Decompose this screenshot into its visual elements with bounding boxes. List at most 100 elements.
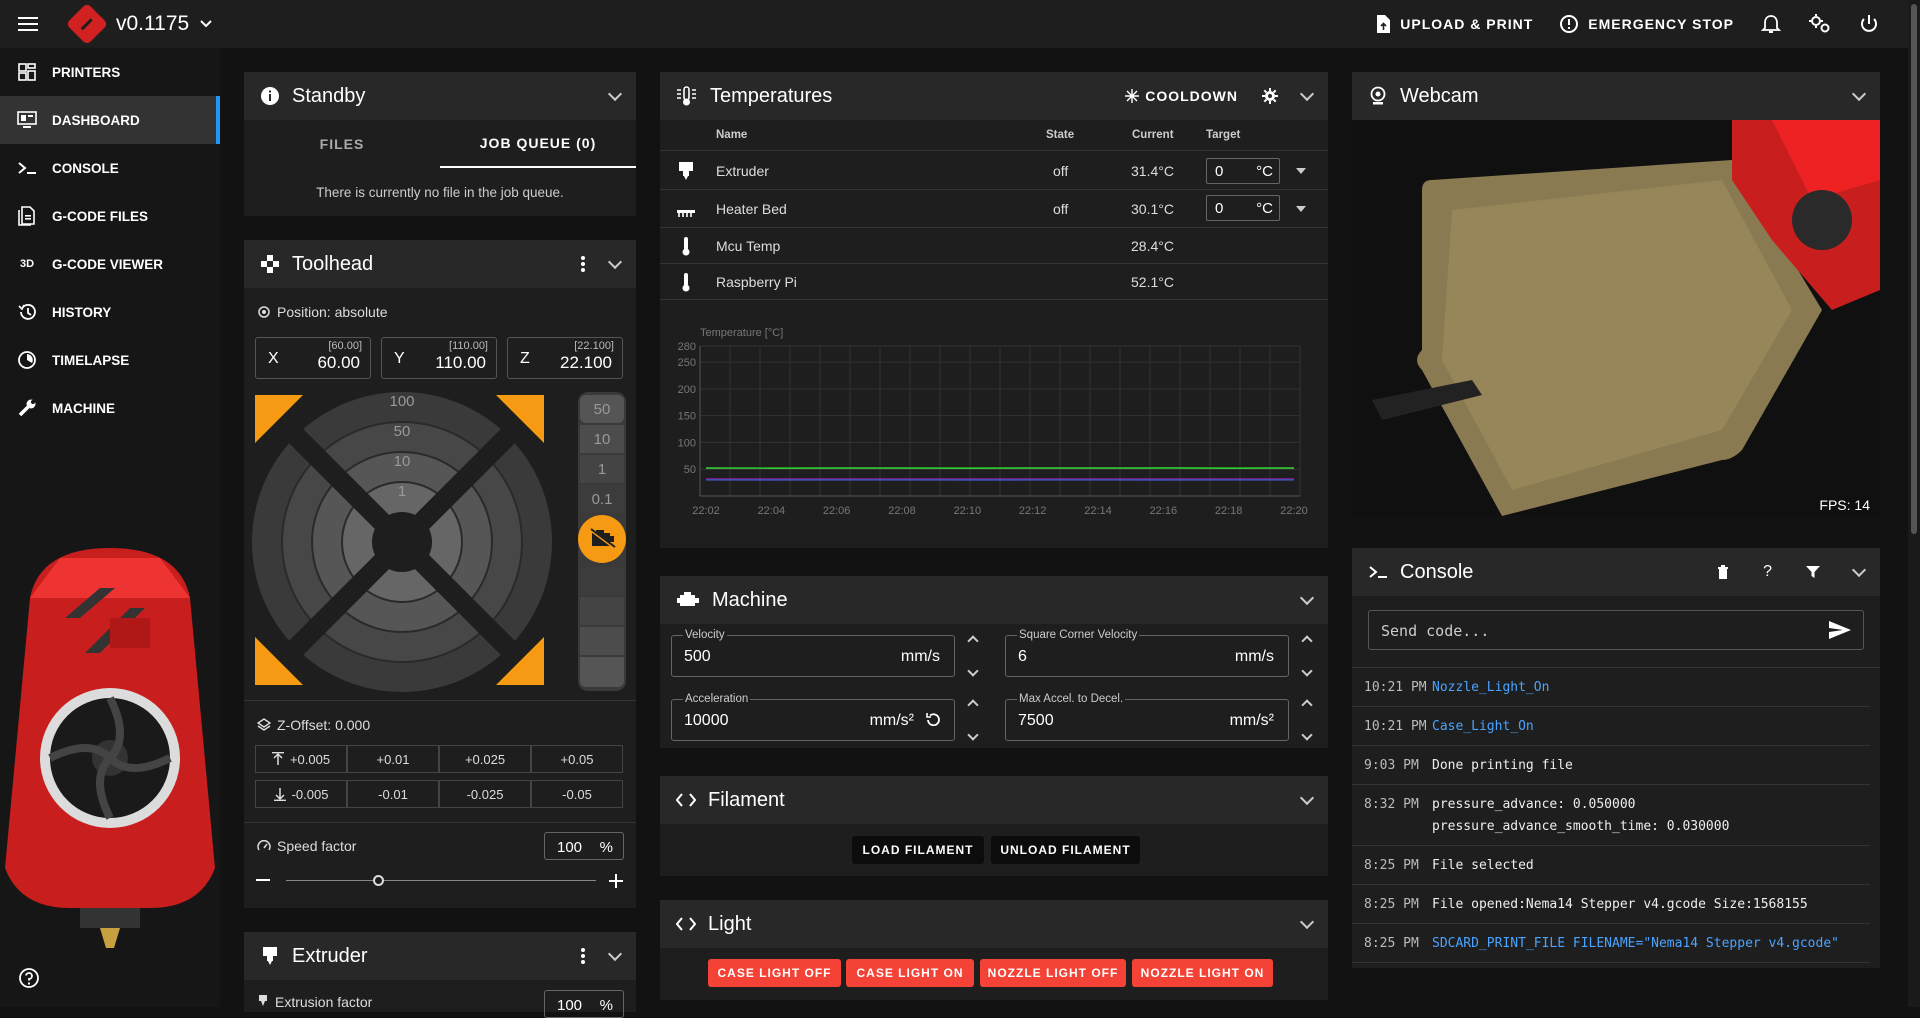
- sidebar-item-gcode-files[interactable]: G-CODE FILES: [0, 192, 220, 240]
- zoffset-down-0-025[interactable]: -0.025: [439, 780, 531, 808]
- caret-down-icon[interactable]: [1296, 206, 1306, 212]
- toolhead-panel-header[interactable]: Toolhead: [244, 240, 636, 288]
- more-vert-icon[interactable]: [580, 947, 586, 965]
- arrow-down-icon[interactable]: [1301, 665, 1312, 676]
- z-down-step-2[interactable]: [580, 597, 624, 625]
- accel-decel-stepper[interactable]: [1300, 697, 1314, 743]
- y-position-field[interactable]: Y [110.00] 110.00: [381, 337, 497, 379]
- emergency-stop-button[interactable]: EMERGENCY STOP: [1559, 14, 1734, 34]
- velocity-stepper[interactable]: [966, 633, 980, 679]
- zoffset-down-0-005[interactable]: -0.005: [255, 780, 347, 808]
- max-accel-to-decel-field[interactable]: Max Accel. to Decel. 7500 mm/s²: [1005, 699, 1289, 741]
- zoffset-down-0-05[interactable]: -0.05: [531, 780, 623, 808]
- power-icon[interactable]: [1858, 13, 1880, 35]
- sidebar-item-machine[interactable]: MACHINE: [0, 384, 220, 432]
- chevron-down-icon[interactable]: [608, 86, 622, 100]
- help-question-icon[interactable]: ?: [1763, 563, 1772, 581]
- zoffset-down-0-01[interactable]: -0.01: [347, 780, 439, 808]
- unload-filament-button[interactable]: UNLOAD FILAMENT: [991, 836, 1140, 864]
- xy-step-1[interactable]: 1: [398, 483, 406, 500]
- arrow-down-icon[interactable]: [1301, 729, 1312, 740]
- xy-jog-wheel[interactable]: 100 50 10 1: [247, 387, 557, 697]
- sidebar-item-dashboard[interactable]: DASHBOARD: [0, 96, 220, 144]
- speed-decrease-button[interactable]: [256, 879, 270, 881]
- motors-off-button[interactable]: [578, 515, 626, 563]
- scrollbar-thumb[interactable]: [1911, 4, 1917, 534]
- status-panel-header[interactable]: Standby: [244, 72, 636, 120]
- case-light-off-button[interactable]: CASE LIGHT OFF: [708, 959, 841, 987]
- chevron-down-icon[interactable]: [608, 254, 622, 268]
- settings-gears-icon[interactable]: [1808, 12, 1832, 36]
- filament-panel-header[interactable]: Filament: [660, 776, 1328, 824]
- trash-icon[interactable]: [1717, 565, 1729, 579]
- zoffset-up-0-01[interactable]: +0.01: [347, 745, 439, 773]
- chevron-down-icon[interactable]: [1852, 86, 1866, 100]
- z-step-0-1[interactable]: 0.1: [580, 485, 624, 513]
- sidebar-item-gcode-viewer[interactable]: 3D G-CODE VIEWER: [0, 240, 220, 288]
- z-down-step-4[interactable]: [580, 657, 624, 687]
- bell-icon[interactable]: [1760, 13, 1782, 35]
- speed-slider-track[interactable]: [286, 880, 596, 881]
- console-panel-header[interactable]: Console ?: [1352, 548, 1880, 596]
- sidebar-item-timelapse[interactable]: TIMELAPSE: [0, 336, 220, 384]
- extrusion-factor-input[interactable]: 100 %: [544, 990, 624, 1018]
- chevron-down-icon[interactable]: [1300, 590, 1314, 604]
- x-position-field[interactable]: X [60.00] 60.00: [255, 337, 371, 379]
- light-panel-header[interactable]: Light: [660, 900, 1328, 948]
- square-corner-velocity-field[interactable]: Square Corner Velocity 6 mm/s: [1005, 635, 1289, 677]
- webcam-panel-header[interactable]: Webcam: [1352, 72, 1880, 120]
- temperatures-panel-header[interactable]: Temperatures COOLDOWN: [660, 72, 1328, 120]
- more-vert-icon[interactable]: [580, 255, 586, 273]
- speed-increase-button[interactable]: [609, 874, 623, 888]
- app-version[interactable]: v0.1175: [116, 12, 189, 36]
- console-input[interactable]: Send code...: [1368, 610, 1864, 650]
- nozzle-light-on-button[interactable]: NOZZLE LIGHT ON: [1132, 959, 1273, 987]
- reset-icon[interactable]: [924, 711, 942, 729]
- page-scrollbar[interactable]: [1908, 0, 1920, 1007]
- machine-panel-header[interactable]: Machine: [660, 576, 1328, 624]
- caret-down-icon[interactable]: [1296, 168, 1306, 174]
- arrow-down-icon[interactable]: [967, 665, 978, 676]
- scv-stepper[interactable]: [1300, 633, 1314, 679]
- send-icon[interactable]: [1829, 621, 1851, 639]
- arrow-down-icon[interactable]: [967, 729, 978, 740]
- chevron-down-icon[interactable]: [1300, 790, 1314, 804]
- acceleration-stepper[interactable]: [966, 697, 980, 743]
- z-down-step-3[interactable]: [580, 627, 624, 655]
- menu-icon[interactable]: [0, 0, 56, 48]
- sidebar-item-console[interactable]: CONSOLE: [0, 144, 220, 192]
- case-light-on-button[interactable]: CASE LIGHT ON: [846, 959, 974, 987]
- speed-slider-thumb[interactable]: [373, 875, 384, 886]
- chevron-down-icon[interactable]: [199, 17, 213, 31]
- xy-step-100[interactable]: 100: [389, 393, 414, 410]
- zoffset-up-0-05[interactable]: +0.05: [531, 745, 623, 773]
- arrow-up-icon[interactable]: [967, 635, 978, 646]
- upload-print-button[interactable]: UPLOAD & PRINT: [1375, 14, 1533, 34]
- nozzle-light-off-button[interactable]: NOZZLE LIGHT OFF: [980, 959, 1126, 987]
- extruder-target-input[interactable]: 0 °C: [1206, 158, 1280, 184]
- chevron-down-icon[interactable]: [1300, 914, 1314, 928]
- sidebar-item-printers[interactable]: PRINTERS: [0, 48, 220, 96]
- arrow-up-icon[interactable]: [1301, 635, 1312, 646]
- speed-factor-input[interactable]: 100 %: [544, 832, 624, 860]
- tab-job-queue[interactable]: JOB QUEUE (0): [440, 120, 636, 168]
- load-filament-button[interactable]: LOAD FILAMENT: [852, 836, 984, 864]
- gear-icon[interactable]: [1262, 88, 1278, 104]
- zoffset-up-0-025[interactable]: +0.025: [439, 745, 531, 773]
- z-down-step-1[interactable]: [580, 567, 624, 595]
- help-icon[interactable]: [18, 967, 40, 989]
- xy-step-10[interactable]: 10: [394, 453, 411, 470]
- sidebar-item-history[interactable]: HISTORY: [0, 288, 220, 336]
- chevron-down-icon[interactable]: [1300, 86, 1314, 100]
- xy-step-50[interactable]: 50: [394, 423, 411, 440]
- zoffset-up-0-005[interactable]: +0.005: [255, 745, 347, 773]
- heater-bed-target-input[interactable]: 0 °C: [1206, 195, 1280, 221]
- chevron-down-icon[interactable]: [1852, 562, 1866, 576]
- z-step-10[interactable]: 10: [580, 425, 624, 453]
- filter-icon[interactable]: [1806, 565, 1820, 579]
- tab-files[interactable]: FILES: [244, 120, 440, 168]
- arrow-up-icon[interactable]: [1301, 699, 1312, 710]
- extruder-panel-header[interactable]: Extruder: [244, 932, 636, 980]
- velocity-field[interactable]: Velocity 500 mm/s: [671, 635, 955, 677]
- acceleration-field[interactable]: Acceleration 10000 mm/s²: [671, 699, 955, 741]
